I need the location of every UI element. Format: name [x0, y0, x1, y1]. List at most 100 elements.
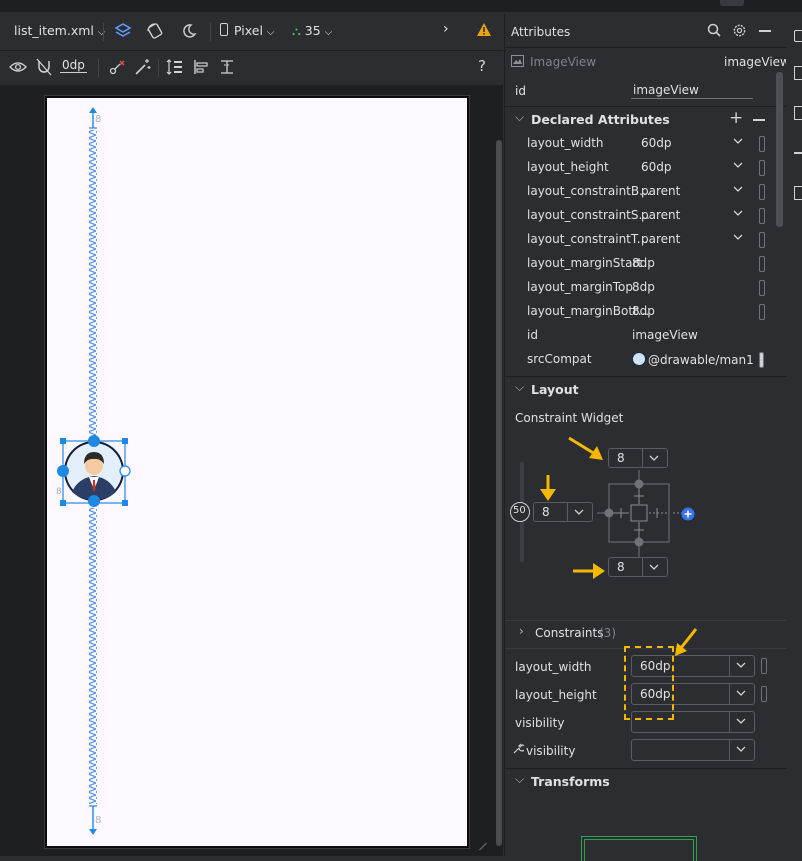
help-icon[interactable]: ?: [478, 57, 486, 75]
divider: [103, 23, 104, 41]
declared-attribute-row[interactable]: layout_constraintT... parent: [505, 228, 775, 252]
declared-attribute-row[interactable]: layout_marginStart 8dp: [505, 252, 775, 276]
declared-attribute-row[interactable]: srcCompat @drawable/man1: [505, 348, 775, 372]
top-margin-label: 8: [95, 114, 102, 125]
infer-constraints-icon[interactable]: [134, 58, 152, 79]
declared-attribute-row[interactable]: id imageView: [505, 324, 775, 348]
visibility-label: visibility: [515, 716, 565, 730]
attribute-name: layout_marginTop: [527, 280, 634, 294]
eye-icon[interactable]: [8, 59, 28, 78]
attribute-name: id: [527, 328, 538, 342]
attribute-value[interactable]: 8dp: [632, 280, 655, 294]
attribute-value[interactable]: 8dp: [632, 304, 655, 318]
attribute-value[interactable]: 8dp: [632, 256, 655, 270]
declared-attribute-row[interactable]: layout_constraintS... parent: [505, 204, 775, 228]
chevron-down-icon: ⌵: [97, 27, 106, 38]
running-devices-icon[interactable]: [794, 186, 802, 200]
attribute-name: layout_height: [527, 160, 609, 174]
window-button[interactable]: [720, 0, 744, 6]
chevron-down-icon: ⌵: [324, 27, 333, 38]
canvas-scrollbar[interactable]: [496, 140, 502, 846]
attribute-value[interactable]: parent: [641, 208, 680, 222]
constraint-widget-label: Constraint Widget: [515, 411, 624, 425]
layout-title: Layout: [531, 382, 579, 397]
attribute-value[interactable]: imageView: [632, 328, 698, 342]
selected-imageview[interactable]: [62, 440, 126, 504]
attribute-reference-button[interactable]: [759, 208, 765, 224]
layers-icon[interactable]: [114, 22, 132, 43]
palette-icon[interactable]: [794, 30, 802, 42]
declared-attribute-row[interactable]: layout_marginTop 8dp: [505, 276, 775, 300]
chevron-down-icon: ⌵: [515, 772, 525, 786]
attribute-reference-button[interactable]: [759, 352, 764, 368]
clear-constraints-icon[interactable]: [108, 58, 126, 79]
layout-validation-icon[interactable]: [794, 152, 802, 154]
gear-icon[interactable]: [732, 23, 747, 41]
declared-attribute-row[interactable]: layout_height 60dp: [505, 156, 775, 180]
api-selector[interactable]: ⛬ 35 ⌵: [292, 23, 332, 39]
window-top-strip: [0, 0, 802, 12]
id-value: imageView: [633, 83, 699, 97]
chevron-down-icon[interactable]: [733, 233, 745, 245]
attribute-name: layout_constraintT...: [527, 232, 649, 246]
dropdown-button[interactable]: [729, 656, 754, 676]
constraints-header[interactable]: › Constraints (3): [505, 620, 775, 646]
chevron-right-icon: ›: [519, 624, 524, 638]
remove-icon[interactable]: [753, 119, 765, 121]
warning-icon[interactable]: [476, 22, 492, 41]
tools-visibility-field[interactable]: [631, 739, 755, 761]
chevron-down-icon[interactable]: [733, 185, 745, 197]
attribute-value[interactable]: parent: [641, 232, 680, 246]
attribute-reference-button[interactable]: [759, 136, 765, 152]
attribute-reference-button[interactable]: [759, 232, 765, 248]
device-selector[interactable]: Pixel ⌵: [220, 23, 275, 38]
dropdown-button[interactable]: [729, 712, 754, 732]
attribute-reference-button[interactable]: [759, 280, 765, 296]
chevron-down-icon[interactable]: [733, 137, 745, 149]
chevron-down-icon[interactable]: [733, 209, 745, 221]
declared-attribute-row[interactable]: layout_width 60dp: [505, 132, 775, 156]
guidelines-icon[interactable]: [218, 58, 236, 79]
align-icon[interactable]: [192, 58, 210, 79]
attribute-reference-button[interactable]: [759, 256, 765, 272]
divider: [505, 47, 787, 48]
orientation-icon[interactable]: [146, 22, 164, 43]
layout-section-header[interactable]: ⌵ Layout: [505, 377, 775, 403]
night-mode-icon[interactable]: [180, 22, 198, 43]
declared-attribute-row[interactable]: layout_marginBott... 8dp: [505, 300, 775, 324]
chevron-right-icon[interactable]: ›: [443, 21, 449, 37]
dropdown-button[interactable]: [729, 740, 754, 760]
attribute-name: layout_width: [527, 136, 604, 150]
dropdown-button[interactable]: [729, 684, 754, 704]
chevron-down-icon[interactable]: [733, 161, 745, 173]
transforms-header[interactable]: ⌵ Transforms: [505, 769, 775, 795]
id-field[interactable]: imageView: [631, 80, 753, 99]
attribute-reference-button[interactable]: [759, 160, 765, 176]
chevron-down-icon: ⌵: [266, 27, 275, 38]
android-icon: ⛬: [292, 23, 301, 38]
api-level: 35: [304, 23, 321, 38]
search-icon[interactable]: [707, 23, 721, 40]
attribute-value[interactable]: 60dp: [641, 136, 672, 150]
default-margin-selector[interactable]: 0dp: [60, 58, 87, 73]
attribute-value[interactable]: @drawable/man1: [632, 352, 754, 367]
attribute-reference-button[interactable]: [761, 658, 767, 674]
attributes-panel: Attributes ImageView imageView id imageV…: [504, 14, 802, 861]
divider: [158, 59, 159, 77]
attribute-reference-button[interactable]: [759, 184, 765, 200]
attribute-value[interactable]: 60dp: [641, 160, 672, 174]
attribute-reference-button[interactable]: [759, 304, 765, 320]
declared-attributes-header[interactable]: ⌵ Declared Attributes +: [505, 107, 775, 133]
preview-icon[interactable]: [794, 106, 802, 120]
file-selector[interactable]: list_item.xml ⌵: [14, 23, 105, 38]
device-icon[interactable]: [794, 66, 802, 80]
declared-attribute-row[interactable]: layout_constraintB... parent: [505, 180, 775, 204]
minimize-icon[interactable]: [759, 30, 771, 32]
add-icon[interactable]: +: [729, 108, 743, 128]
attribute-value[interactable]: parent: [641, 184, 680, 198]
pack-icon[interactable]: [166, 58, 184, 79]
magnet-off-icon[interactable]: [36, 58, 52, 79]
panel-scrollbar[interactable]: [776, 72, 783, 227]
attribute-reference-button[interactable]: [761, 686, 767, 702]
attribute-value-text: @drawable/man1: [648, 353, 754, 367]
